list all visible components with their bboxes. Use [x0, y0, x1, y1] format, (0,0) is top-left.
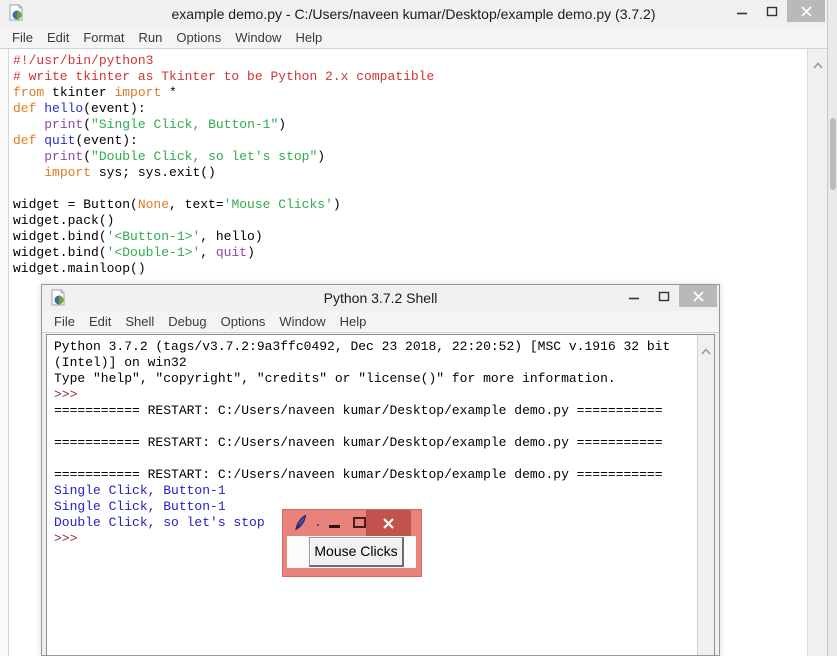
tk-titlebar[interactable]	[283, 510, 421, 536]
text-line: def hello(event):	[13, 101, 146, 116]
close-icon[interactable]	[679, 285, 717, 307]
menu-window[interactable]: Window	[272, 312, 332, 331]
editor-titlebar[interactable]: example demo.py - C:/Users/naveen kumar/…	[0, 0, 827, 27]
menu-window[interactable]: Window	[228, 28, 288, 47]
scroll-up-icon[interactable]	[812, 56, 823, 656]
text-line: print("Single Click, Button-1")	[44, 117, 287, 132]
tk-window-body: Mouse Clicks	[287, 536, 416, 568]
text-line: print("Double Click, so let's stop")	[44, 149, 326, 164]
menu-file[interactable]: File	[47, 312, 82, 331]
editor-scrollbar[interactable]	[807, 49, 827, 656]
text-line	[54, 419, 696, 435]
menu-shell[interactable]: Shell	[118, 312, 161, 331]
text-line: widget.bind('<Double-1>', quit)	[13, 245, 255, 260]
text-line: #!/usr/bin/python3	[13, 53, 154, 68]
menu-format[interactable]: Format	[76, 28, 131, 47]
text-line: widget.pack()	[13, 213, 115, 228]
maximize-icon[interactable]	[649, 285, 679, 307]
text-line: =========== RESTART: C:/Users/naveen kum…	[54, 403, 663, 418]
text-line: def quit(event):	[13, 133, 138, 148]
minimize-icon[interactable]	[727, 0, 757, 22]
text-line	[54, 451, 696, 467]
text-line: Single Click, Button-1	[54, 483, 226, 498]
text-line: widget.mainloop()	[13, 261, 146, 276]
menu-help[interactable]: Help	[288, 28, 329, 47]
close-icon[interactable]	[366, 510, 411, 536]
page-scrollbar-thumb[interactable]	[830, 118, 836, 190]
text-line: =========== RESTART: C:/Users/naveen kum…	[54, 467, 663, 482]
shell-menubar: File Edit Shell Debug Options Window Hel…	[42, 311, 719, 333]
page-scrollbar[interactable]	[829, 0, 837, 656]
menu-file[interactable]: File	[5, 28, 40, 47]
text-line: =========== RESTART: C:/Users/naveen kum…	[54, 435, 663, 450]
shell-titlebar[interactable]: Python 3.7.2 Shell	[42, 285, 719, 311]
tk-window-title-dot	[317, 524, 319, 526]
minimize-icon[interactable]	[329, 525, 340, 528]
scroll-up-icon[interactable]	[701, 342, 711, 655]
editor-left-gutter	[0, 49, 8, 656]
tk-app-window: Mouse Clicks	[282, 509, 422, 577]
menu-debug[interactable]: Debug	[161, 312, 213, 331]
editor-menubar: File Edit Format Run Options Window Help	[0, 27, 827, 49]
text-line: import sys; sys.exit()	[44, 165, 216, 180]
python-shell-window: Python 3.7.2 Shell File Edit Shell Debug…	[41, 284, 720, 656]
text-line: from tkinter import *	[13, 85, 177, 100]
menu-run[interactable]: Run	[132, 28, 170, 47]
shell-text-frame: Python 3.7.2 (tags/v3.7.2:9a3ffc0492, De…	[46, 334, 715, 655]
editor-window-title: example demo.py - C:/Users/naveen kumar/…	[171, 5, 656, 22]
text-line: Python 3.7.2 (tags/v3.7.2:9a3ffc0492, De…	[54, 339, 671, 354]
mouse-clicks-button[interactable]: Mouse Clicks	[309, 537, 404, 567]
menu-help[interactable]: Help	[333, 312, 374, 331]
maximize-icon[interactable]	[757, 0, 787, 22]
shell-window-title: Python 3.7.2 Shell	[323, 290, 438, 306]
menu-edit[interactable]: Edit	[40, 28, 76, 47]
text-line	[13, 181, 807, 197]
text-line: Type "help", "copyright", "credits" or "…	[54, 371, 616, 386]
text-line: (Intel)] on win32	[54, 355, 187, 370]
tk-feather-icon	[293, 514, 308, 537]
menu-options[interactable]: Options	[169, 28, 228, 47]
maximize-icon[interactable]	[353, 517, 366, 528]
editor-window-controls	[727, 0, 825, 22]
text-line: widget = Button(None, text='Mouse Clicks…	[13, 197, 341, 212]
text-line: >>>	[54, 387, 86, 402]
shell-window-controls	[619, 285, 717, 307]
menu-options[interactable]: Options	[214, 312, 273, 331]
minimize-icon[interactable]	[619, 285, 649, 307]
shell-text-area[interactable]: Python 3.7.2 (tags/v3.7.2:9a3ffc0492, De…	[47, 335, 696, 655]
text-line: # write tkinter as Tkinter to be Python …	[13, 69, 435, 84]
close-icon[interactable]	[787, 0, 825, 22]
text-line: widget.bind('<Button-1>', hello)	[13, 229, 263, 244]
menu-edit[interactable]: Edit	[82, 312, 118, 331]
shell-scrollbar[interactable]	[697, 335, 714, 655]
